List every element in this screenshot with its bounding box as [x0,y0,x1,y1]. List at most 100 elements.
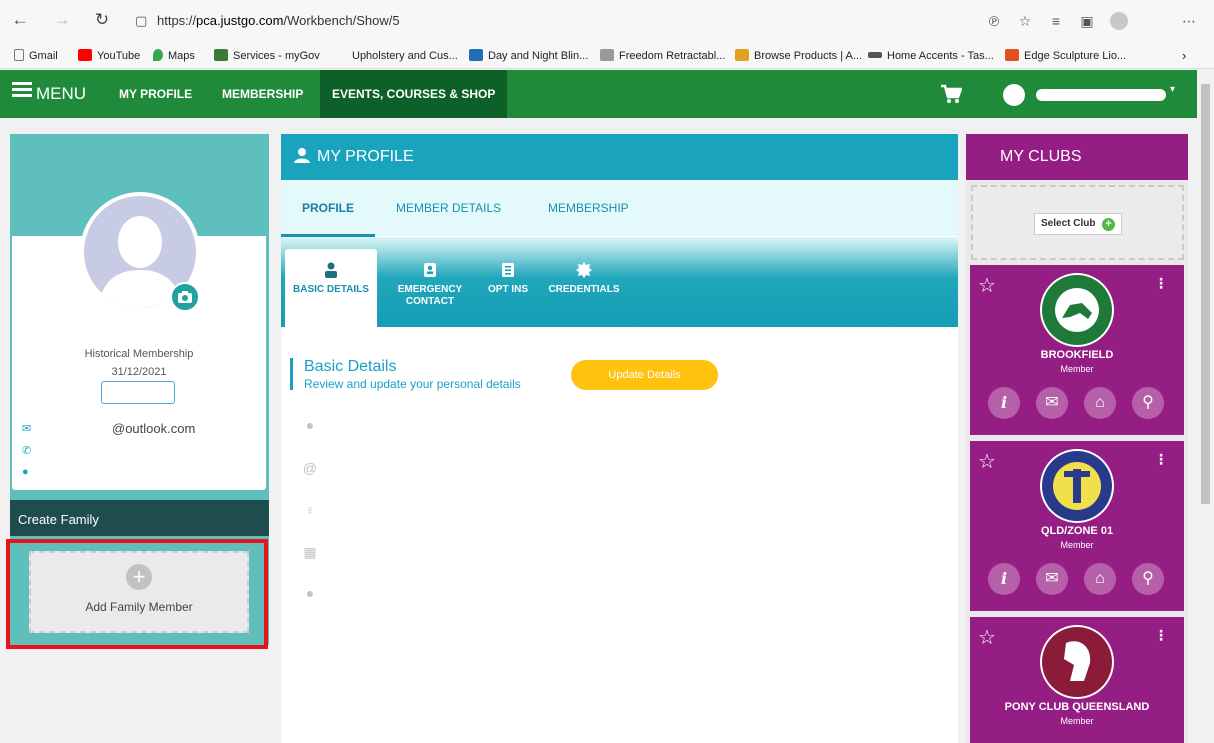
phone-icon: ✆ [22,445,32,457]
bookmark-blinds[interactable]: Day and Night Blin... [469,47,588,65]
nav-membership[interactable]: MEMBERSHIP [210,70,315,118]
freedom-icon [600,49,614,61]
add-family-member-button[interactable]: + Add Family Member [29,551,249,633]
historical-membership-date: 31/12/2021 [111,366,167,378]
address-bar[interactable]: ▢ https://pca.justgo.com/Workbench/Show/5 [135,9,735,33]
maps-icon [153,49,163,61]
more-icon[interactable]: ⋯ [1180,12,1198,30]
bookmark-maps[interactable]: Maps [153,47,195,65]
subtab-emergency-contact[interactable]: EMERGENCY CONTACT [394,262,466,308]
tab-profile[interactable]: PROFILE [302,180,354,236]
club-role: Member [1060,716,1094,726]
person-icon: ● [305,417,315,433]
checklist-icon [502,263,514,277]
profile-icon[interactable] [1110,12,1128,30]
chevron-right-icon[interactable]: › [1182,47,1186,65]
caret-down-icon[interactable]: ▾ [1170,84,1175,95]
bookmarks-bar: Gmail YouTube Maps Services - myGov Upho… [0,44,1214,69]
bookmark-edge-sculpture[interactable]: Edge Sculpture Lio... [1005,47,1126,65]
member-search-icon[interactable]: ⚲ [1132,563,1164,595]
home-icon[interactable]: ⌂ [1084,563,1116,595]
more-vertical-icon[interactable]: ⋮ [1154,627,1168,644]
club-card-qld-zone-01[interactable]: ☆ ⋮ QLD/ZONE 01 Member i ✉ ⌂ ⚲ [970,441,1184,611]
member-search-icon[interactable]: ⚲ [1132,387,1164,419]
plus-circle-icon: + [126,564,152,590]
club-card-pony-club-queensland[interactable]: ☆ ⋮ PONY CLUB QUEENSLAND Member [970,617,1184,743]
menu-button[interactable]: MENU [12,70,86,118]
plus-icon: + [1102,218,1115,231]
email-value: @outlook.com [112,421,196,436]
bookmark-youtube[interactable]: YouTube [78,47,140,65]
subtab-basic-details[interactable]: BASIC DETAILS [289,262,373,296]
home-accents-icon [868,52,882,58]
forward-icon[interactable]: → [52,10,72,30]
back-icon[interactable]: ← [10,10,30,30]
club-logo-pony-club-queensland [1040,625,1114,699]
tab-membership[interactable]: MEMBERSHIP [548,180,629,236]
edge-icon [1005,49,1019,61]
section-title: Basic Details [304,358,397,375]
browser-toolbar: ← → ↻ ▢ https://pca.justgo.com/Workbench/… [0,0,1214,44]
favorites-list-icon[interactable]: ≡ [1047,12,1065,30]
app-navbar: MENU MY PROFILE MEMBERSHIP EVENTS, COURS… [0,70,1197,118]
user-name-redacted[interactable] [1036,89,1166,101]
subtab-opt-ins[interactable]: OPT INS [488,262,528,296]
subtab-credentials[interactable]: CREDENTIALS [546,262,622,296]
more-vertical-icon[interactable]: ⋮ [1154,451,1168,468]
bookmark-mygov[interactable]: Services - myGov [214,47,320,65]
url-host: pca.justgo.com [196,13,284,28]
collections-icon[interactable]: ▣ [1078,12,1096,30]
lock-icon: ▢ [135,13,148,28]
url-path: /Workbench/Show/5 [283,13,400,28]
my-clubs-title: MY CLUBS [966,134,1188,180]
club-logo-brookfield [1040,273,1114,347]
bookmark-upholstery[interactable]: Upholstery and Cus... [352,47,458,65]
location-icon: ● [22,466,29,478]
star-icon[interactable]: ☆ [978,273,996,298]
at-icon: @ [302,460,318,476]
club-role: Member [1060,364,1094,374]
star-icon[interactable]: ☆ [978,625,996,650]
draw-icon[interactable]: ℗ [985,12,1003,30]
mail-icon[interactable]: ✉ [1036,563,1068,595]
email-icon: ✉ [22,423,32,435]
membership-status-box[interactable] [101,381,175,404]
user-avatar[interactable] [1003,84,1025,106]
url-prefix: https:// [157,13,197,28]
mygov-icon [214,49,228,61]
cart-icon[interactable] [940,84,962,104]
browse-icon [735,49,749,61]
create-family-header: Create Family [10,500,269,536]
home-icon[interactable]: ⌂ [1084,387,1116,419]
favorite-icon[interactable]: ☆ [1016,12,1034,30]
reload-icon[interactable]: ↻ [92,10,112,30]
more-vertical-icon[interactable]: ⋮ [1154,275,1168,292]
camera-icon[interactable] [170,282,200,312]
club-card-brookfield[interactable]: ☆ ⋮ BROOKFIELD Member i ✉ ⌂ ⚲ [970,265,1184,435]
section-accent-bar [290,358,293,390]
nav-my-profile[interactable]: MY PROFILE [107,70,204,118]
bookmark-browse[interactable]: Browse Products | A... [735,47,862,65]
star-icon[interactable]: ☆ [978,449,996,474]
person-icon [294,148,310,163]
info-icon[interactable]: i [988,387,1020,419]
person-icon [325,262,337,278]
page-title: MY PROFILE [281,134,958,180]
bookmark-home-accents[interactable]: Home Accents - Tas... [868,47,994,65]
club-name: PONY CLUB QUEENSLAND [1004,701,1150,713]
bookmark-gmail[interactable]: Gmail [14,47,58,65]
info-icon[interactable]: i [988,563,1020,595]
update-details-button[interactable]: Update Details [571,360,718,390]
select-club-button[interactable]: Select Club + [1034,213,1122,235]
location-icon: ● [305,585,315,601]
hamburger-icon [12,79,32,100]
club-name: QLD/ZONE 01 [1040,525,1114,537]
bookmark-freedom[interactable]: Freedom Retractabl... [600,47,725,65]
tab-member-details[interactable]: MEMBER DETAILS [396,180,501,236]
calendar-icon: ▦ [303,544,317,560]
club-role: Member [1060,540,1094,550]
mail-icon[interactable]: ✉ [1036,387,1068,419]
nav-events-courses-shop[interactable]: EVENTS, COURSES & SHOP [320,70,508,118]
section-subtitle: Review and update your personal details [304,377,521,391]
scrollbar-thumb[interactable] [1201,84,1210,504]
